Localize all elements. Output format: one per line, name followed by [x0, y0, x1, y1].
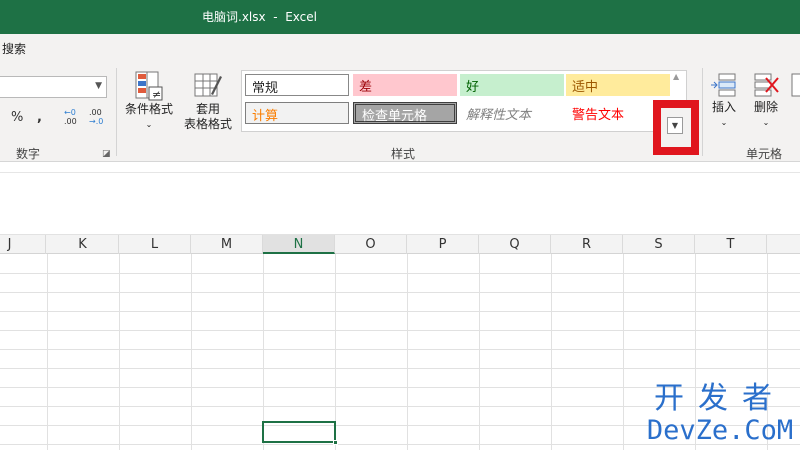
format-cells-icon	[791, 73, 800, 97]
delete-cells-icon	[754, 73, 779, 97]
grid-line	[0, 273, 800, 274]
column-headers: J K L M N O P Q R S T	[0, 234, 800, 254]
increase-decimal-top: ←0	[64, 108, 76, 117]
gallery-expand-button[interactable]: ▼	[653, 100, 699, 155]
grid-line	[47, 254, 48, 450]
ribbon-tab-row: 搜索	[0, 34, 800, 62]
delete-cells-label: 删除	[753, 100, 778, 114]
conditional-formatting-label: 条件格式	[124, 102, 173, 116]
format-as-table-label-line2: 表格格式	[183, 117, 232, 131]
column-header[interactable]: M	[191, 235, 263, 254]
grid-line	[119, 254, 120, 450]
cell-style-label: 好	[466, 80, 480, 95]
search-tab[interactable]: 搜索	[2, 40, 26, 57]
format-as-table-icon	[194, 73, 222, 97]
cells-group-label: 单元格	[746, 147, 783, 161]
cell-style-explanatory-text[interactable]: 解释性文本	[460, 102, 564, 124]
column-header[interactable]: R	[551, 235, 623, 254]
column-header[interactable]: P	[407, 235, 479, 254]
chevron-down-icon: ▼	[95, 81, 102, 91]
cell-style-bad[interactable]: 差	[353, 74, 457, 96]
selected-cell[interactable]	[262, 421, 338, 445]
comma-style-button[interactable]: ,	[37, 110, 42, 125]
column-header[interactable]: S	[623, 235, 695, 254]
cell-style-check-cell[interactable]: 检查单元格	[353, 102, 457, 124]
cell-styles-gallery[interactable]: 常规 差 好 适中 计算 检查单元格 解释性文本 警告文本	[241, 70, 687, 132]
watermark: 开发者 DevZe.CoM	[640, 382, 800, 446]
cell-style-label: 解释性文本	[466, 108, 532, 123]
grid-line	[0, 330, 800, 331]
grid-line	[191, 254, 192, 450]
increase-decimal-button[interactable]: ←0 .00	[64, 108, 77, 126]
increase-decimal-bottom: .00	[64, 117, 77, 126]
cell-style-label: 计算	[252, 109, 279, 124]
grid-line	[407, 254, 408, 450]
decrease-decimal-top: .00	[89, 108, 102, 117]
conditional-formatting-button[interactable]: ≠ 条件格式 ⌄	[122, 70, 176, 132]
column-header[interactable]: J	[0, 235, 46, 254]
format-as-table-button[interactable]: 套用 表格格式	[178, 70, 238, 132]
grid-line	[623, 254, 624, 450]
dialog-launcher-icon[interactable]: ◪	[102, 149, 111, 159]
column-header[interactable]: O	[335, 235, 407, 254]
column-header-active[interactable]: N	[263, 235, 335, 254]
chevron-down-icon: ⌄	[762, 118, 770, 127]
decrease-decimal-button[interactable]: .00 →.0	[89, 108, 103, 126]
watermark-english: DevZe.CoM	[646, 415, 794, 446]
delete-cells-button[interactable]: 删除 ⌄	[748, 70, 784, 130]
cell-style-normal[interactable]: 常规	[245, 74, 349, 96]
insert-cells-icon	[711, 73, 736, 97]
title-bar: 电脑词.xlsx - Excel	[0, 0, 800, 34]
column-header[interactable]: Q	[479, 235, 551, 254]
column-header[interactable]: L	[119, 235, 191, 254]
cell-style-good[interactable]: 好	[460, 74, 564, 96]
grid-line	[0, 311, 800, 312]
grid-line	[551, 254, 552, 450]
grid-line	[0, 368, 800, 369]
svg-text:≠: ≠	[152, 88, 161, 101]
ribbon: 搜索 ▼ % , ←0 .00 .00 →.0 数字 ◪ ≠ 条件格式 ⌄ 套用…	[0, 34, 800, 162]
group-separator	[116, 68, 117, 156]
column-header[interactable]: T	[695, 235, 767, 254]
window-title: 电脑词.xlsx - Excel	[202, 10, 317, 24]
format-as-table-label-line1: 套用	[195, 102, 220, 116]
fill-handle[interactable]	[333, 440, 338, 445]
number-group-label: 数字	[16, 147, 41, 161]
formula-area	[0, 172, 800, 220]
insert-cells-label: 插入	[711, 100, 736, 114]
percent-style-button[interactable]: %	[11, 110, 23, 125]
cell-style-label: 差	[359, 80, 373, 95]
cell-style-calculation[interactable]: 计算	[245, 102, 349, 124]
format-cells-button[interactable]	[790, 70, 800, 100]
cell-style-label: 适中	[572, 80, 599, 95]
grid-line	[0, 349, 800, 350]
chevron-down-icon: ⌄	[145, 120, 153, 129]
insert-cells-button[interactable]: 插入 ⌄	[706, 70, 742, 130]
chevron-down-icon: ⌄	[720, 118, 728, 127]
number-format-dropdown[interactable]: ▼	[0, 76, 107, 98]
scroll-up-icon[interactable]: ▲	[673, 72, 679, 81]
decrease-decimal-bottom: →.0	[89, 117, 104, 126]
column-header[interactable]: K	[47, 235, 119, 254]
grid-line	[479, 254, 480, 450]
group-separator	[702, 68, 703, 156]
cell-style-label: 常规	[252, 81, 279, 96]
styles-group-label: 样式	[391, 147, 416, 161]
conditional-formatting-icon: ≠	[135, 71, 163, 101]
cell-style-label: 检查单元格	[362, 109, 428, 124]
cell-style-neutral[interactable]: 适中	[566, 74, 670, 96]
cell-style-label: 警告文本	[572, 108, 625, 123]
watermark-chinese: 开发者	[654, 381, 786, 416]
grid-line	[0, 292, 800, 293]
more-dropdown-icon: ▼	[667, 117, 683, 134]
